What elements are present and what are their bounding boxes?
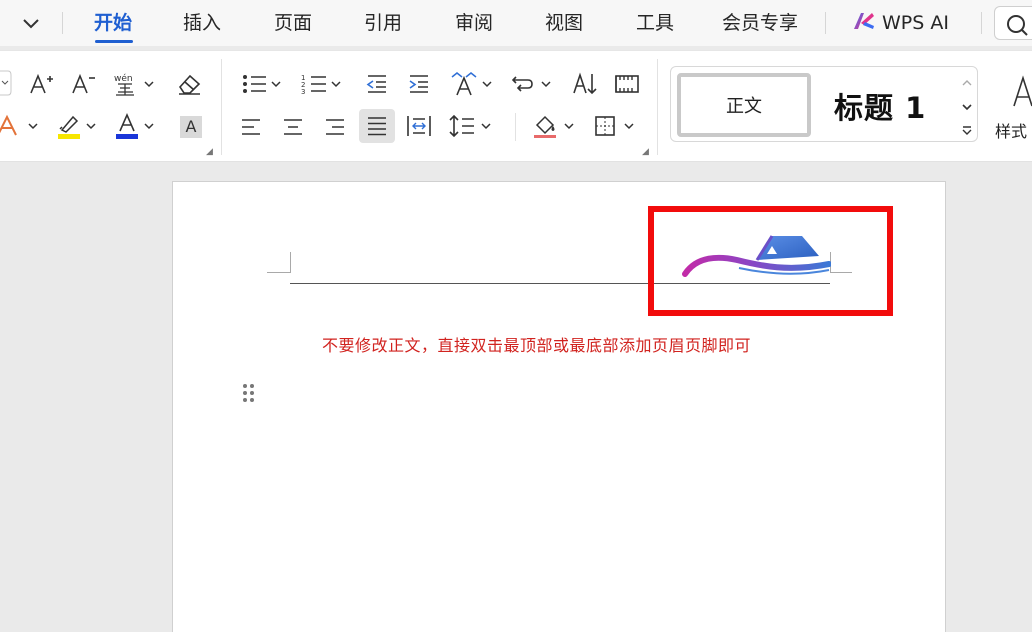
formatting-marks-icon — [615, 75, 639, 93]
numbered-list-icon: 1 2 3 — [301, 74, 341, 96]
align-center-icon — [284, 119, 302, 135]
increase-font-size-button[interactable] — [26, 70, 56, 98]
style-gallery: 正文 标题 1 — [670, 66, 978, 142]
font-color-icon — [116, 113, 154, 139]
ribbon-toolbar: wén A ◢ 1 2 3 ◢ 正文 标题 1 样式 — [0, 50, 1032, 162]
paint-bucket-icon — [534, 115, 574, 138]
gallery-scroll-controls — [960, 71, 974, 139]
gallery-down-icon[interactable] — [962, 104, 972, 111]
justify-button[interactable] — [359, 109, 395, 143]
crop-mark — [290, 252, 291, 273]
indent-icon — [409, 75, 428, 93]
text-direction-dropdown[interactable] — [448, 70, 496, 98]
tab-page[interactable]: 页面 — [274, 10, 312, 36]
borders-dropdown[interactable] — [592, 112, 638, 140]
wps-ai-logo-icon — [852, 11, 876, 35]
menu-tab-bar: 开始 插入 页面 引用 审阅 视图 工具 会员专享 WPS AI — [0, 0, 1032, 46]
font-size-dropdown[interactable] — [0, 69, 12, 97]
search-icon — [1007, 15, 1028, 36]
distribute-icon — [407, 116, 431, 136]
divider — [62, 12, 63, 34]
collapse-menu-chevron-icon[interactable] — [20, 13, 42, 33]
styles-pane-button[interactable]: 样式 — [992, 66, 1032, 146]
style-heading-1[interactable]: 标题 1 — [834, 85, 926, 125]
styles-label: 样式 — [995, 122, 1028, 141]
active-tab-indicator — [95, 40, 133, 43]
style-normal[interactable]: 正文 — [677, 73, 811, 137]
tab-home[interactable]: 开始 — [94, 10, 132, 36]
divider — [221, 59, 222, 155]
tab-member[interactable]: 会员专享 — [722, 10, 798, 36]
justify-icon — [368, 117, 386, 136]
styles-icon — [1013, 75, 1032, 107]
font-color-dropdown[interactable] — [114, 112, 158, 140]
show-hide-marks-button[interactable] — [612, 70, 642, 98]
instruction-text: 不要修改正文，直接双击最顶部或最底部添加页眉页脚即可 — [322, 336, 752, 355]
font-grow-icon — [30, 73, 53, 94]
highlight-annotation-box — [648, 206, 893, 316]
drag-handle-icon[interactable] — [242, 383, 256, 407]
search-box[interactable] — [994, 6, 1032, 40]
align-left-button[interactable] — [236, 113, 266, 141]
svg-text:3: 3 — [301, 88, 305, 96]
clear-formatting-button[interactable] — [174, 70, 204, 98]
tab-tools[interactable]: 工具 — [636, 10, 674, 36]
character-shading-button[interactable]: A — [176, 113, 206, 141]
line-spacing-dropdown[interactable] — [448, 112, 496, 140]
border-icon — [595, 116, 634, 136]
align-right-icon — [326, 119, 344, 135]
align-left-icon — [242, 119, 260, 135]
tab-view[interactable]: 视图 — [545, 10, 583, 36]
wps-ai-label: WPS AI — [882, 12, 949, 34]
divider — [657, 59, 658, 155]
phonetic-guide-icon: wén — [114, 73, 154, 96]
wrap-text-icon — [511, 76, 551, 92]
tab-review[interactable]: 审阅 — [455, 10, 493, 36]
shading-dropdown[interactable] — [532, 112, 578, 140]
align-right-button[interactable] — [320, 113, 350, 141]
decrease-indent-button[interactable] — [362, 70, 392, 98]
align-center-button[interactable] — [278, 113, 308, 141]
text-direction-icon — [451, 72, 492, 96]
line-wrap-dropdown[interactable] — [510, 70, 554, 98]
bullet-list-dropdown[interactable] — [240, 70, 284, 98]
decrease-font-size-button[interactable] — [68, 70, 98, 98]
document-page[interactable]: 不要修改正文，直接双击最顶部或最底部添加页眉页脚即可 — [172, 181, 946, 632]
character-shading-icon: A — [180, 116, 202, 138]
bullet-list-icon — [243, 75, 281, 93]
increase-indent-button[interactable] — [404, 70, 434, 98]
sort-button[interactable] — [571, 70, 601, 98]
divider — [981, 12, 982, 34]
highlighter-icon — [58, 115, 96, 139]
paragraph-dialog-launcher-icon[interactable]: ◢ — [642, 147, 649, 157]
font-dialog-launcher-icon[interactable]: ◢ — [206, 147, 213, 157]
numbered-list-dropdown[interactable]: 1 2 3 — [300, 70, 344, 98]
text-effect-dropdown[interactable] — [0, 112, 40, 140]
outdent-icon — [366, 75, 386, 93]
crop-mark — [267, 272, 290, 273]
tab-insert[interactable]: 插入 — [183, 10, 221, 36]
divider — [825, 12, 826, 34]
distributed-align-button[interactable] — [404, 112, 434, 140]
gallery-expand-icon[interactable] — [962, 126, 972, 135]
gallery-up-icon[interactable] — [962, 80, 972, 86]
text-effect-icon — [0, 114, 38, 136]
line-spacing-icon — [449, 114, 491, 138]
highlight-color-dropdown[interactable] — [56, 112, 100, 140]
svg-text:wén: wén — [114, 73, 133, 84]
font-shrink-icon — [72, 73, 95, 94]
phonetic-guide-button[interactable]: wén — [112, 70, 156, 98]
tab-references[interactable]: 引用 — [364, 10, 402, 36]
divider — [515, 113, 516, 141]
sort-icon — [573, 72, 597, 95]
wps-ai-button[interactable]: WPS AI — [852, 10, 949, 36]
eraser-icon — [178, 74, 201, 95]
